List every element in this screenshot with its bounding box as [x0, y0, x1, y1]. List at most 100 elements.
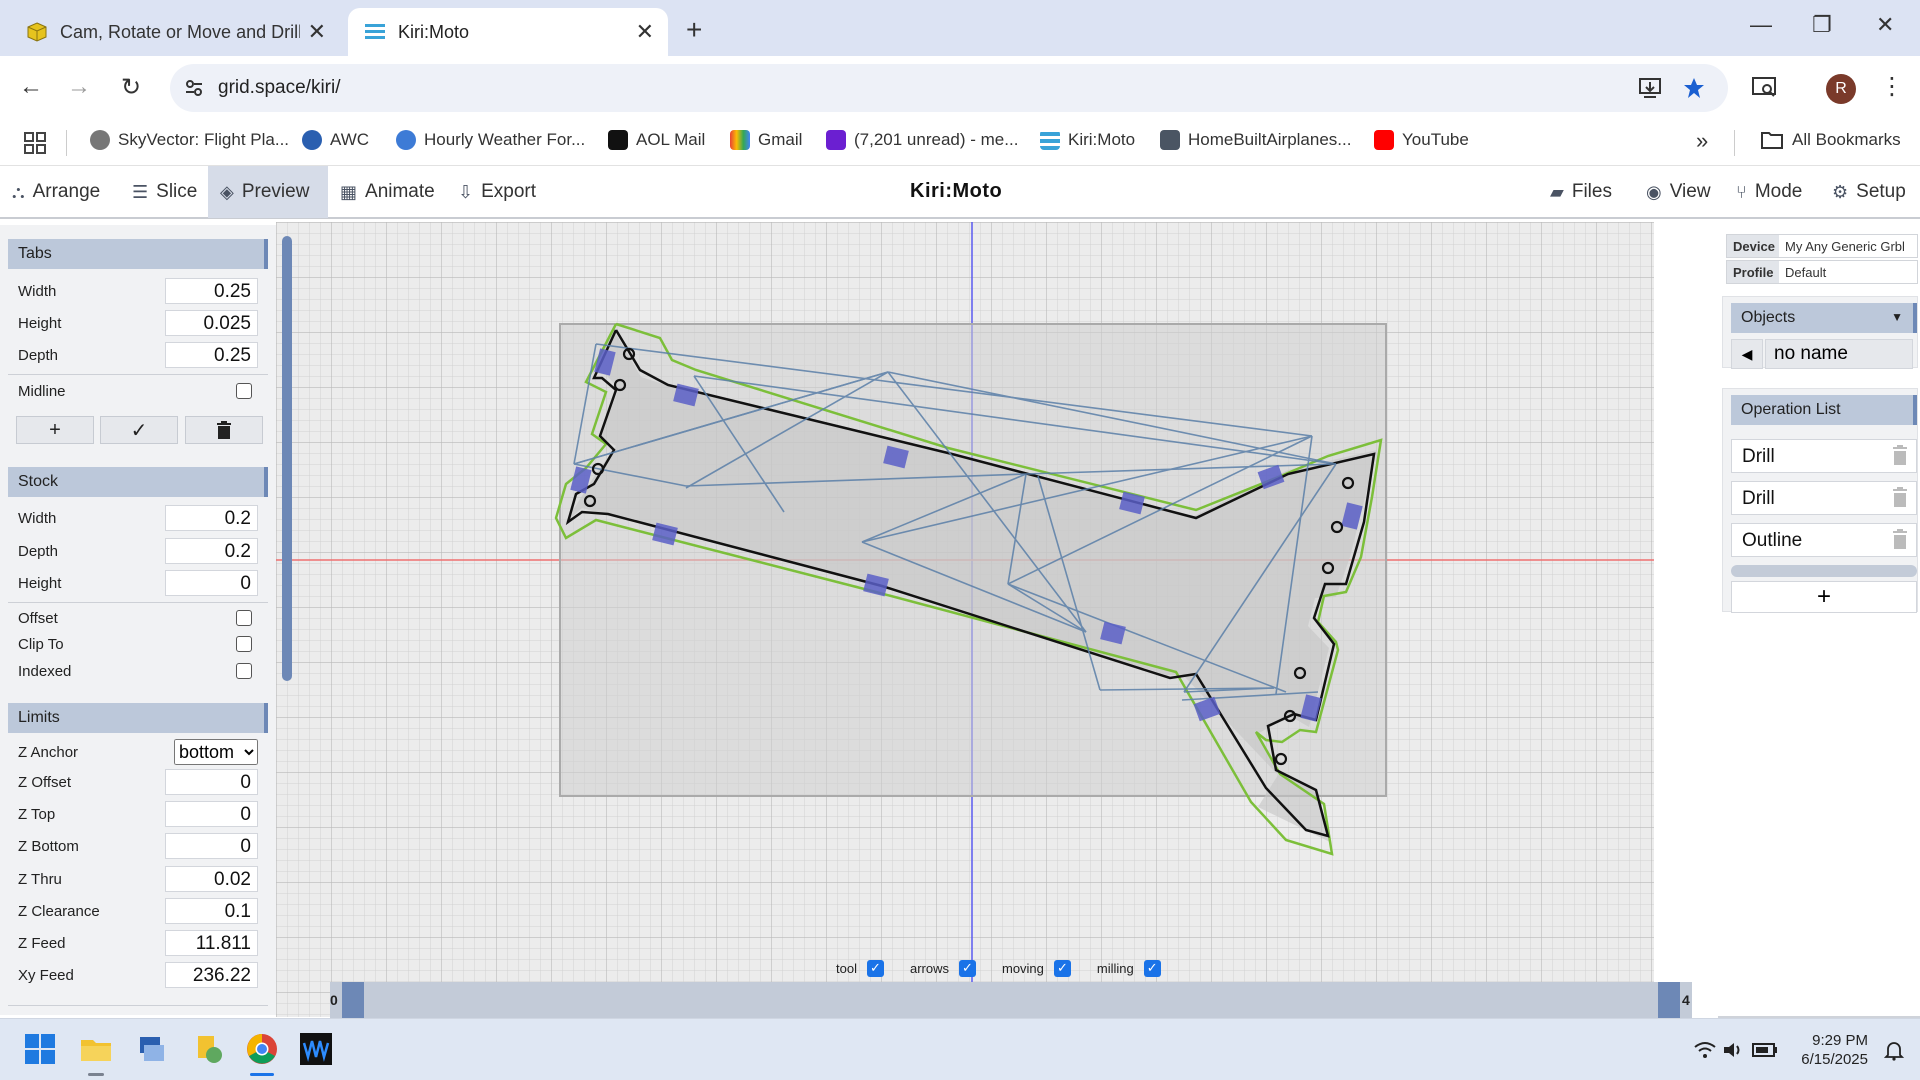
stock-depth-input[interactable]: 0.2: [165, 538, 258, 564]
stock-clipto-checkbox[interactable]: [236, 636, 252, 652]
trash-icon[interactable]: [1892, 445, 1908, 465]
bookmark-kirimoto[interactable]: Kiri:Moto: [1040, 130, 1135, 150]
object-name-item[interactable]: no name: [1765, 339, 1913, 369]
bookmark-weather[interactable]: Hourly Weather For...: [396, 130, 585, 150]
browser-tab[interactable]: Cam, Rotate or Move and Drilling ✕: [10, 8, 340, 56]
stock-offset-checkbox[interactable]: [236, 610, 252, 626]
toggle-milling-checkbox[interactable]: ✓: [1143, 959, 1161, 977]
toggle-moving-checkbox[interactable]: ✓: [1053, 959, 1071, 977]
objects-header[interactable]: Objects ▼: [1731, 303, 1917, 333]
menu-export[interactable]: ⇩ Export: [446, 166, 548, 218]
menu-files[interactable]: ▰ Files: [1538, 166, 1624, 218]
menu-mode[interactable]: ⑂ Mode: [1724, 166, 1814, 218]
z-bottom-input[interactable]: 0: [165, 833, 258, 859]
bookmark-homebuilt[interactable]: HomeBuiltAirplanes...: [1160, 130, 1351, 150]
operation-list-header[interactable]: Operation List: [1731, 395, 1917, 425]
battery-icon[interactable]: [1752, 1043, 1778, 1057]
tabs-height-input[interactable]: 0.025: [165, 310, 258, 336]
more-bookmarks-icon[interactable]: »: [1696, 128, 1708, 154]
bookmark-star-icon[interactable]: [1682, 76, 1706, 100]
stock-height-input[interactable]: 0: [165, 570, 258, 596]
menu-preview[interactable]: ◈ Preview: [208, 166, 328, 218]
z-top-input[interactable]: 0: [165, 801, 258, 827]
bookmark-awc[interactable]: AWC: [302, 130, 369, 150]
profile-row[interactable]: Profile Default: [1726, 260, 1918, 284]
trash-icon[interactable]: [1892, 487, 1908, 507]
operation-outline[interactable]: Outline: [1731, 523, 1917, 557]
menu-arrange[interactable]: ⛬ Arrange: [0, 166, 112, 218]
file-explorer-icon[interactable]: [78, 1031, 114, 1067]
address-bar[interactable]: grid.space/kiri/: [170, 64, 1728, 112]
z-thru-input[interactable]: 0.02: [165, 866, 258, 892]
tabs-width-input[interactable]: 0.25: [165, 278, 258, 304]
tabs-midline-checkbox[interactable]: [236, 383, 252, 399]
bookmark-aol[interactable]: AOL Mail: [608, 130, 705, 150]
restore-icon[interactable]: ❐: [1812, 12, 1832, 38]
trash-icon[interactable]: [1892, 529, 1908, 549]
device-row[interactable]: Device My Any Generic Grbl: [1726, 234, 1918, 258]
tabs-depth-input[interactable]: 0.25: [165, 342, 258, 368]
left-panel-scrollbar[interactable]: [282, 236, 292, 681]
browser-tab-active[interactable]: Kiri:Moto ✕: [348, 8, 668, 56]
bookmark-skyvector[interactable]: SkyVector: Flight Pla...: [90, 130, 289, 150]
menu-animate[interactable]: ▦ Animate: [328, 166, 447, 218]
install-app-icon[interactable]: [1638, 76, 1662, 100]
back-icon[interactable]: ←: [14, 70, 48, 104]
toggle-tool-checkbox[interactable]: ✓: [866, 959, 884, 977]
wifi-icon[interactable]: [1694, 1041, 1716, 1059]
slider-start-handle[interactable]: [342, 982, 364, 1018]
toolpath-preview[interactable]: [276, 222, 1654, 1017]
add-tab-button[interactable]: +: [16, 416, 94, 444]
layer-slider[interactable]: 0 4: [330, 982, 1692, 1018]
bookmark-youtube[interactable]: YouTube: [1374, 130, 1469, 150]
z-anchor-select[interactable]: bottom: [174, 739, 258, 765]
files-app-icon[interactable]: [190, 1031, 226, 1067]
waveform-app-icon[interactable]: [298, 1031, 334, 1067]
all-bookmarks[interactable]: All Bookmarks: [1760, 130, 1901, 150]
site-settings-icon[interactable]: [184, 78, 204, 98]
close-window-icon[interactable]: ✕: [1876, 12, 1894, 38]
network-app-icon[interactable]: [134, 1031, 170, 1067]
toggle-arrows-checkbox[interactable]: ✓: [958, 959, 976, 977]
menu-slice[interactable]: ☰ Slice: [120, 166, 209, 218]
add-operation-button[interactable]: +: [1731, 581, 1917, 613]
profile-avatar[interactable]: R: [1826, 74, 1856, 104]
delete-tabs-button[interactable]: [185, 416, 263, 444]
xy-feed-input[interactable]: 236.22: [165, 962, 258, 988]
new-tab-button[interactable]: +: [686, 14, 702, 46]
volume-icon[interactable]: [1722, 1041, 1744, 1059]
browser-menu-icon[interactable]: ⋮: [1880, 72, 1904, 101]
z-offset-input[interactable]: 0: [165, 769, 258, 795]
z-clearance-input[interactable]: 0.1: [165, 898, 258, 924]
bookmark-gmail[interactable]: Gmail: [730, 130, 802, 150]
minimize-icon[interactable]: —: [1750, 12, 1772, 38]
z-feed-input[interactable]: 11.811: [165, 930, 258, 956]
limits-section-header[interactable]: Limits: [8, 703, 268, 733]
menu-view[interactable]: ◉ View: [1634, 166, 1723, 218]
stock-section-header[interactable]: Stock: [8, 467, 268, 497]
operation-drill-2[interactable]: Drill: [1731, 481, 1917, 515]
reload-icon[interactable]: ↻: [114, 70, 148, 104]
operation-scrollbar[interactable]: [1731, 565, 1917, 577]
search-tabs-icon[interactable]: [1752, 76, 1778, 100]
chrome-icon[interactable]: [244, 1031, 280, 1067]
tabs-section-header[interactable]: Tabs: [8, 239, 268, 269]
notifications-bell-icon[interactable]: [1884, 1041, 1904, 1061]
stock-indexed-checkbox[interactable]: [236, 663, 252, 679]
slider-end-handle[interactable]: [1658, 982, 1680, 1018]
apps-grid-icon[interactable]: [24, 132, 46, 154]
workspace-canvas[interactable]: [276, 222, 1654, 1017]
stock-width-input[interactable]: 0.2: [165, 505, 258, 531]
close-tab-icon[interactable]: ✕: [636, 19, 654, 45]
tabs-midline-label: Midline: [18, 383, 66, 400]
menu-setup[interactable]: ⚙ Setup: [1820, 166, 1918, 218]
operation-drill-1[interactable]: Drill: [1731, 439, 1917, 473]
bookmark-yahoo-mail[interactable]: (7,201 unread) - me...: [826, 130, 1018, 150]
windows-start-icon[interactable]: [22, 1031, 58, 1067]
url-text[interactable]: grid.space/kiri/: [218, 77, 341, 99]
caret-left-icon[interactable]: ◀: [1731, 339, 1763, 369]
close-tab-icon[interactable]: ✕: [308, 19, 326, 45]
forward-icon[interactable]: →: [62, 70, 96, 104]
confirm-tabs-button[interactable]: ✓: [100, 416, 178, 444]
system-clock[interactable]: 9:29 PM 6/15/2025: [1801, 1031, 1868, 1069]
